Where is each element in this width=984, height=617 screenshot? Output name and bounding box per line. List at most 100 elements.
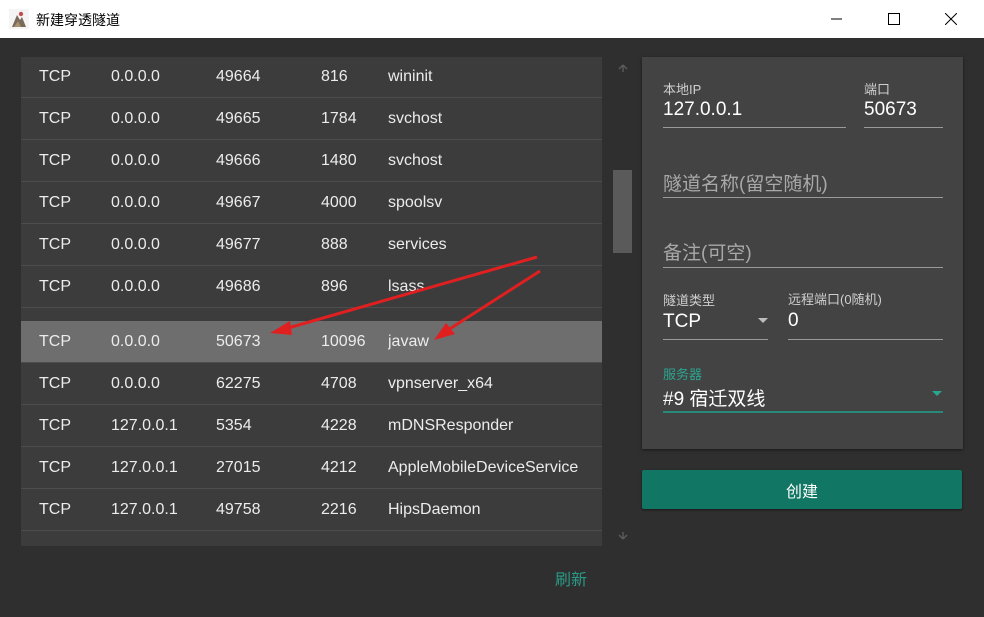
table-row[interactable]: TCP 127.0.0.1 27015 4212 AppleMobileDevi…: [21, 447, 602, 489]
table-row[interactable]: TCP 0.0.0.0 49665 1784 svchost: [21, 98, 602, 140]
refresh-button[interactable]: 刷新: [555, 566, 587, 590]
cell-port: 27015: [216, 459, 261, 476]
cell-protocol: TCP: [39, 417, 71, 434]
port-underline: [864, 127, 943, 128]
cell-process: HipsDaemon: [388, 501, 481, 518]
cell-pid: 4708: [321, 375, 357, 392]
create-button[interactable]: 创建: [642, 470, 962, 509]
port-input[interactable]: 50673: [864, 99, 917, 121]
cell-protocol: TCP: [39, 68, 71, 85]
tunnel-name-underline: [663, 197, 943, 198]
cell-ip: 0.0.0.0: [111, 375, 160, 392]
cell-pid: 1784: [321, 110, 357, 127]
cell-process: vpnserver_x64: [388, 375, 493, 392]
cell-pid: 1480: [321, 152, 357, 169]
server-select[interactable]: #9 宿迁双线: [663, 384, 765, 411]
window-title: 新建穿透隧道: [36, 13, 120, 29]
table-row[interactable]: TCP 0.0.0.0 49667 4000 spoolsv: [21, 182, 602, 224]
table-row[interactable]: TCP 0.0.0.0 49677 888 services: [21, 224, 602, 266]
cell-port: 49664: [216, 68, 261, 85]
remark-underline: [663, 267, 943, 268]
cell-process: svchost: [388, 110, 443, 127]
table-row[interactable]: TCP 0.0.0.0 49664 816 wininit: [21, 57, 602, 98]
cell-process: wininit: [388, 68, 433, 85]
cell-process: lsass: [388, 278, 425, 295]
cell-ip: 0.0.0.0: [111, 194, 160, 211]
cell-protocol: TCP: [39, 501, 71, 518]
arrow-down-icon: [618, 531, 627, 539]
table-row[interactable]: TCP 0.0.0.0 62275 4708 vpnserver_x64: [21, 363, 602, 405]
cell-port: 49666: [216, 152, 261, 169]
cell-ip: 0.0.0.0: [111, 236, 160, 253]
cell-process: AppleMobileDeviceService: [388, 459, 579, 476]
port-list[interactable]: TCP 0.0.0.0 49664 816 wininit TCP 0.0.0.…: [21, 57, 602, 546]
cell-process: services: [388, 236, 447, 253]
cell-pid: 4000: [321, 194, 357, 211]
app-icon: [9, 9, 29, 29]
cell-process: spoolsv: [388, 194, 443, 211]
cell-port: 49677: [216, 236, 261, 253]
cell-ip: 127.0.0.1: [111, 459, 178, 476]
remote-port-input[interactable]: 0: [788, 310, 799, 332]
cell-ip: 127.0.0.1: [111, 501, 178, 518]
close-button[interactable]: [928, 0, 974, 38]
table-row-selected[interactable]: TCP 0.0.0.0 50673 10096 javaw: [21, 321, 602, 363]
remark-input[interactable]: 备注(可空): [663, 238, 752, 265]
cell-port: 49665: [216, 110, 261, 127]
scroll-down-button[interactable]: [612, 525, 633, 546]
cell-ip: 127.0.0.1: [111, 417, 178, 434]
port-label: 端口: [864, 82, 891, 97]
table-row[interactable]: TCP 0.0.0.0 49686 896 lsass: [21, 266, 602, 308]
server-label: 服务器: [663, 367, 703, 382]
local-ip-label: 本地IP: [663, 82, 702, 97]
table-row[interactable]: TCP 127.0.0.1 5354 4228 mDNSResponder: [21, 405, 602, 447]
cell-process: mDNSResponder: [388, 417, 514, 434]
tunnel-type-select[interactable]: TCP: [663, 311, 701, 333]
cell-process: svchost: [388, 152, 443, 169]
tunnel-type-underline: [663, 339, 768, 340]
cell-protocol: TCP: [39, 236, 71, 253]
cell-ip: 0.0.0.0: [111, 110, 160, 127]
list-scrollbar[interactable]: [612, 57, 633, 546]
cell-port: 5354: [216, 417, 252, 434]
chevron-down-icon[interactable]: [932, 391, 942, 397]
remote-port-underline: [788, 339, 943, 340]
cell-pid: 816: [321, 68, 348, 85]
cell-protocol: TCP: [39, 278, 71, 295]
cell-protocol: TCP: [39, 333, 71, 350]
local-ip-input[interactable]: 127.0.0.1: [663, 99, 742, 121]
arrow-up-icon: [618, 64, 627, 72]
cell-port: 49758: [216, 501, 261, 518]
chevron-down-icon[interactable]: [758, 318, 768, 324]
cell-protocol: TCP: [39, 110, 71, 127]
cell-pid: 4212: [321, 459, 357, 476]
cell-pid: 896: [321, 278, 348, 295]
title-bar: 新建穿透隧道: [0, 0, 984, 38]
tunnel-name-input[interactable]: 隧道名称(留空随机): [663, 169, 828, 196]
table-row[interactable]: TCP 127.0.0.1 49758 2216 HipsDaemon: [21, 489, 602, 531]
maximize-icon: [888, 13, 900, 25]
cell-ip: 0.0.0.0: [111, 68, 160, 85]
local-ip-underline: [663, 127, 846, 128]
table-row[interactable]: TCP 0.0.0.0 49666 1480 svchost: [21, 140, 602, 182]
maximize-button[interactable]: [871, 0, 917, 38]
cell-pid: 2216: [321, 501, 357, 518]
cell-pid: 10096: [321, 333, 366, 350]
close-icon: [945, 13, 957, 25]
scroll-up-button[interactable]: [612, 57, 633, 78]
minimize-icon: [831, 18, 842, 20]
cell-ip: 0.0.0.0: [111, 278, 160, 295]
cell-pid: 888: [321, 236, 348, 253]
cell-pid: 4228: [321, 417, 357, 434]
tunnel-form-panel: 本地IP 127.0.0.1 端口 50673 隧道名称(留空随机) 备注(可空…: [642, 57, 963, 449]
cell-protocol: TCP: [39, 459, 71, 476]
cell-port: 50673: [216, 333, 261, 350]
cell-protocol: TCP: [39, 152, 71, 169]
cell-process: javaw: [388, 333, 429, 350]
minimize-button[interactable]: [814, 0, 860, 38]
cell-port: 49686: [216, 278, 261, 295]
remote-port-label: 远程端口(0随机): [788, 292, 882, 307]
cell-port: 62275: [216, 375, 261, 392]
cell-protocol: TCP: [39, 375, 71, 392]
scroll-thumb[interactable]: [613, 170, 632, 253]
